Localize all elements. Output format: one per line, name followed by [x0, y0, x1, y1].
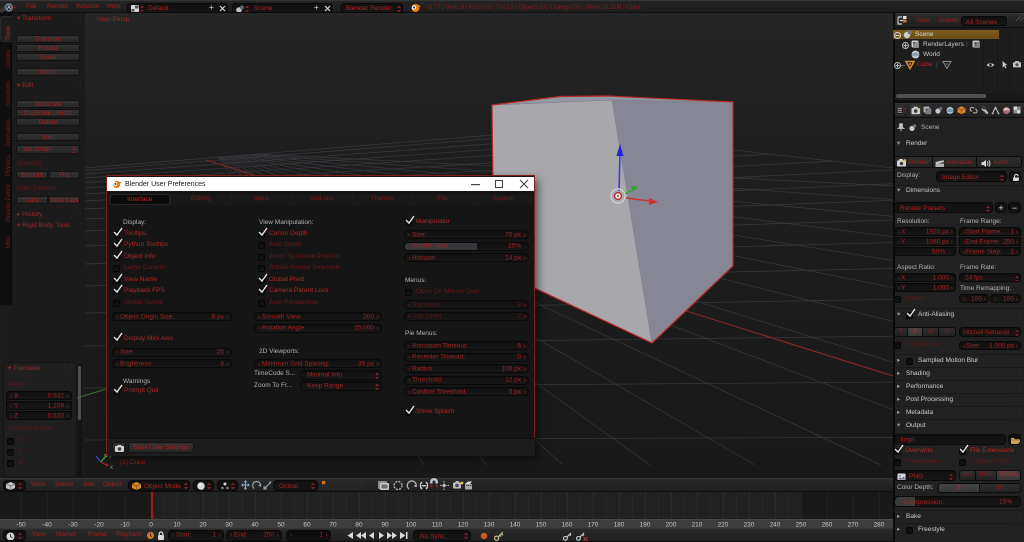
svg-text:x: x	[110, 465, 113, 471]
